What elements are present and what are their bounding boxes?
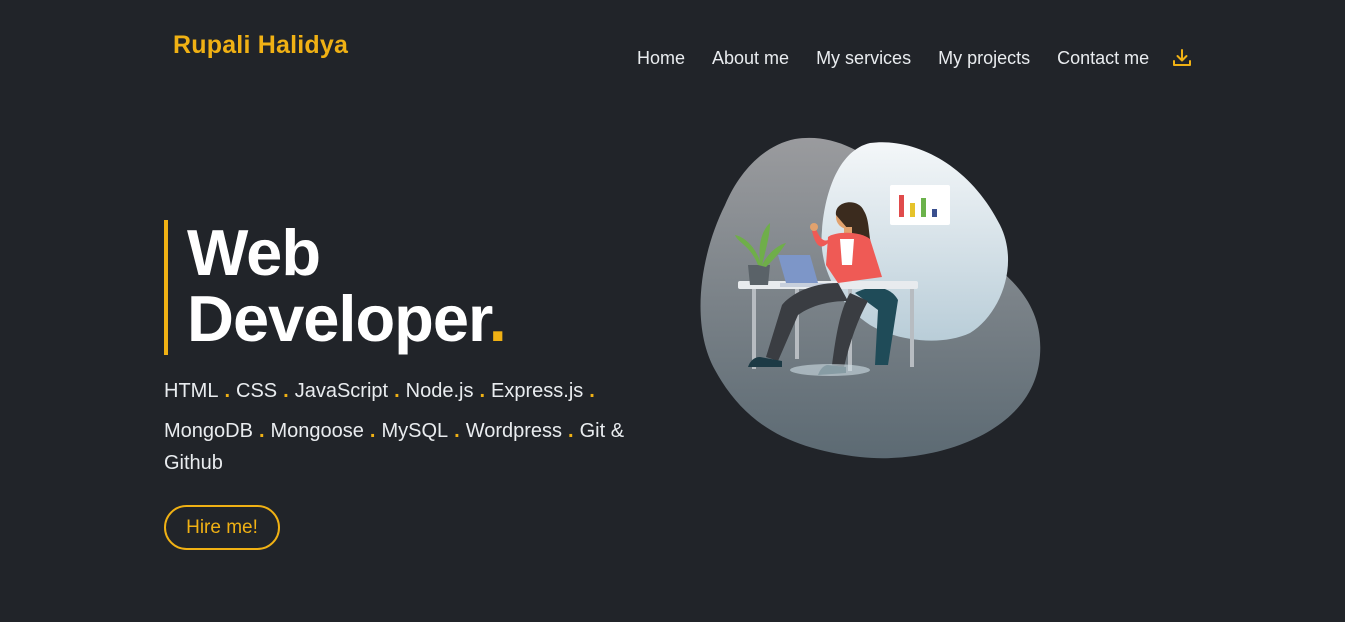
skill-separator: . [568,420,574,442]
hire-me-button[interactable]: Hire me! [164,505,280,550]
skill-separator: . [283,380,289,402]
nav-home[interactable]: Home [637,48,685,69]
skill-separator: . [224,380,231,402]
skill-separator: . [258,420,265,442]
nav-contact[interactable]: Contact me [1057,48,1149,69]
skill-item: Wordpress [465,420,563,442]
skills-row: MongoDB. Mongoose. MySQL. Wordpress. Git & G… [164,415,634,479]
nav-services[interactable]: My services [816,48,911,69]
main-nav: Home About me My services My projects Co… [637,47,1193,69]
hero-title-line1: Web [187,216,321,289]
skill-item: JavaScript [294,380,389,402]
skill-separator: . [394,380,400,402]
skill-item: MySQL [381,420,449,442]
skills-row: HTML. CSS. JavaScript. Node.js. Express.js. [164,375,634,407]
hero-title: Web Developer. [164,220,507,355]
skill-separator: . [479,380,486,402]
page: Rupali Halidya Home About me My services… [0,0,1345,622]
skill-item: Express.js [491,380,584,402]
skill-item: MongoDB [164,420,253,442]
skill-item: CSS [236,380,278,402]
hero-title-dot: . [488,282,507,355]
skill-item: Node.js [405,380,474,402]
nav-projects[interactable]: My projects [938,48,1030,69]
skill-item: HTML [164,380,219,402]
skills-list: HTML. CSS. JavaScript. Node.js. Express.js. … [164,375,634,487]
hero-illustration [700,135,1045,463]
brand-logo[interactable]: Rupali Halidya [173,31,348,60]
nav-about[interactable]: About me [712,48,789,69]
hero-title-line2: Developer [187,282,490,355]
skill-item: Mongoose [270,420,364,442]
skill-separator: . [369,420,376,442]
skill-separator: . [589,380,595,402]
download-icon[interactable] [1171,47,1193,69]
skill-separator: . [454,420,460,442]
